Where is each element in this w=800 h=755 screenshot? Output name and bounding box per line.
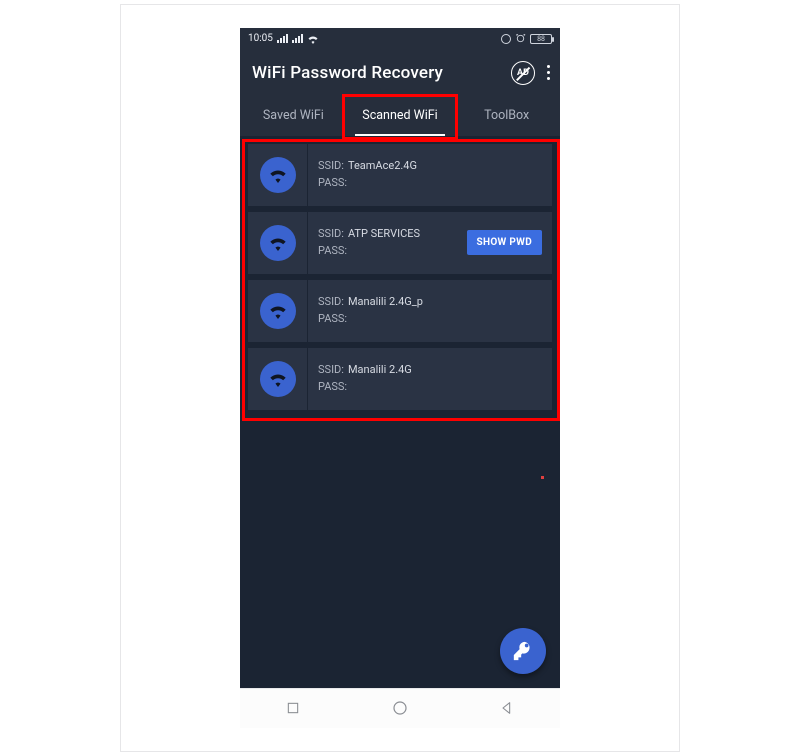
nav-home-button[interactable] — [391, 699, 409, 717]
list-item-icon — [248, 280, 308, 342]
list-item-body: SSID:TeamAce2.4G PASS: — [308, 144, 552, 206]
tab-saved-wifi[interactable]: Saved WiFi — [240, 96, 347, 136]
indicator-dot — [541, 476, 544, 479]
list-item-body: SSID:ATP SERVICES PASS: SHOW PWD — [308, 212, 552, 274]
nav-back-button[interactable] — [499, 700, 515, 716]
alarm-icon — [515, 33, 526, 44]
lock-icon — [501, 34, 511, 44]
tab-bar: Saved WiFi Scanned WiFi ToolBox — [240, 96, 560, 136]
wifi-icon — [260, 361, 296, 397]
nav-recent-button[interactable] — [285, 700, 301, 716]
list-item[interactable]: SSID:Manalili 2.4G_p PASS: — [248, 280, 552, 342]
app-bar: WiFi Password Recovery AD — [240, 50, 560, 96]
signal-icon — [292, 34, 303, 43]
status-bar: 10:05 88 — [240, 28, 560, 50]
list-item-text: SSID:TeamAce2.4G PASS: — [318, 158, 417, 191]
content-area: SSID:TeamAce2.4G PASS: — [240, 136, 560, 688]
list-item-icon — [248, 348, 308, 410]
network-list[interactable]: SSID:TeamAce2.4G PASS: — [240, 136, 560, 418]
list-item[interactable]: SSID:TeamAce2.4G PASS: — [248, 144, 552, 206]
phone-screen: 10:05 88 WiFi Password Recover — [240, 28, 560, 728]
fab-key-button[interactable] — [500, 628, 546, 674]
app-actions: AD — [511, 61, 554, 85]
list-item-icon — [248, 144, 308, 206]
key-icon — [512, 640, 534, 662]
list-item[interactable]: SSID:Manalili 2.4G PASS: — [248, 348, 552, 410]
list-item-text: SSID:ATP SERVICES PASS: — [318, 226, 420, 259]
list-item-icon — [248, 212, 308, 274]
wifi-icon — [260, 293, 296, 329]
tab-scanned-wifi[interactable]: Scanned WiFi — [347, 96, 454, 136]
battery-icon: 88 — [530, 34, 552, 44]
list-item[interactable]: SSID:ATP SERVICES PASS: SHOW PWD — [248, 212, 552, 274]
wifi-icon — [260, 225, 296, 261]
more-icon[interactable] — [543, 61, 554, 84]
stage: 10:05 88 WiFi Password Recover — [0, 0, 800, 755]
wifi-icon — [260, 157, 296, 193]
clock: 10:05 — [248, 33, 273, 44]
list-item-text: SSID:Manalili 2.4G PASS: — [318, 362, 412, 395]
no-ads-icon[interactable]: AD — [511, 61, 535, 85]
status-right: 88 — [501, 33, 552, 44]
wifi-icon — [307, 34, 319, 44]
tab-label: Saved WiFi — [263, 108, 324, 123]
screenshot-frame: 10:05 88 WiFi Password Recover — [120, 4, 680, 752]
status-left: 10:05 — [248, 33, 319, 44]
tab-label: Scanned WiFi — [362, 108, 437, 123]
list-item-text: SSID:Manalili 2.4G_p PASS: — [318, 294, 423, 327]
tab-toolbox[interactable]: ToolBox — [453, 96, 560, 136]
system-nav-bar — [240, 688, 560, 728]
app-title: WiFi Password Recovery — [252, 63, 443, 83]
list-item-body: SSID:Manalili 2.4G PASS: — [308, 348, 552, 410]
signal-icon — [277, 34, 288, 43]
show-password-button[interactable]: SHOW PWD — [467, 230, 542, 255]
tab-label: ToolBox — [484, 108, 529, 123]
list-item-body: SSID:Manalili 2.4G_p PASS: — [308, 280, 552, 342]
